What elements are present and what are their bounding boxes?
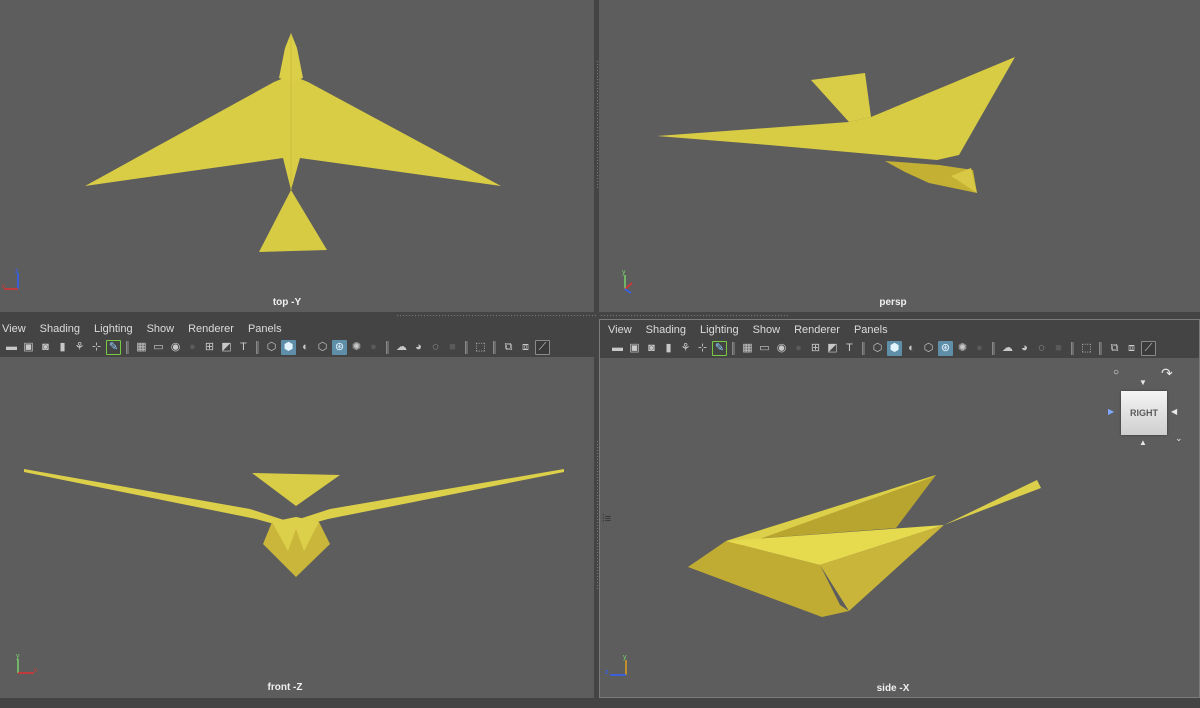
camera-hud-icon: ⫶≡ <box>602 513 612 525</box>
viewport-persp[interactable]: y persp <box>599 0 1200 312</box>
view-label-persp: persp <box>879 297 907 308</box>
cube-arrow-right-icon[interactable]: ◀ <box>1171 408 1177 416</box>
cube-arrow-down-icon[interactable]: ▲ <box>1139 439 1147 447</box>
home-icon[interactable]: ○ <box>1113 368 1119 378</box>
splitter-grip-v[interactable] <box>596 60 599 190</box>
view-label-side: side -X <box>876 683 910 694</box>
svg-text:z: z <box>605 669 609 676</box>
bird-tail-top <box>259 190 327 252</box>
axis-gizmo-top: z x <box>2 268 19 290</box>
svg-text:x: x <box>34 668 37 674</box>
viewport-front[interactable]: View Shading Lighting Show Renderer Pane… <box>0 319 594 698</box>
bird-model-top[interactable] <box>0 0 594 312</box>
bird-wing-near <box>657 57 1015 160</box>
svg-text:y: y <box>622 269 626 276</box>
cube-arrow-up-icon[interactable]: ▼ <box>1139 379 1147 387</box>
bird-head-side <box>944 480 1041 525</box>
axis-gizmo-front: y x <box>16 653 37 674</box>
bird-tail-front <box>252 473 340 506</box>
splitter-grip-h-left[interactable] <box>396 314 596 317</box>
bird-model-persp[interactable] <box>599 0 1200 312</box>
cube-arrow-left-icon[interactable]: ▶ <box>1108 408 1114 416</box>
splitter-grip-v-bottom[interactable] <box>596 440 599 590</box>
bird-model-front[interactable] <box>0 319 594 698</box>
rotate-clockwise-icon[interactable]: ↷ <box>1161 366 1173 380</box>
view-label-top: top -Y <box>272 297 302 308</box>
axis-gizmo-persp: y <box>622 269 633 294</box>
splitter-grip-h-right[interactable] <box>600 314 790 317</box>
bird-tail-persp <box>811 73 871 122</box>
bird-wings-top <box>85 75 501 190</box>
svg-text:y: y <box>623 654 627 661</box>
viewport-side[interactable]: View Shading Lighting Show Renderer Pane… <box>599 319 1200 698</box>
svg-text:y: y <box>16 653 20 660</box>
viewcube-face-right[interactable]: RIGHT <box>1121 391 1167 435</box>
svg-text:x: x <box>2 284 5 290</box>
viewcube[interactable]: ○ ↷ ▼ ▶ ◀ ▲ ⌄ RIGHT <box>1099 362 1189 452</box>
svg-text:z: z <box>15 268 19 275</box>
viewport-top[interactable]: z x top -Y <box>0 0 594 312</box>
viewcube-menu-icon[interactable]: ⌄ <box>1175 434 1183 443</box>
axis-gizmo-side: y z <box>605 654 627 676</box>
view-label-front: front -Z <box>267 682 303 693</box>
